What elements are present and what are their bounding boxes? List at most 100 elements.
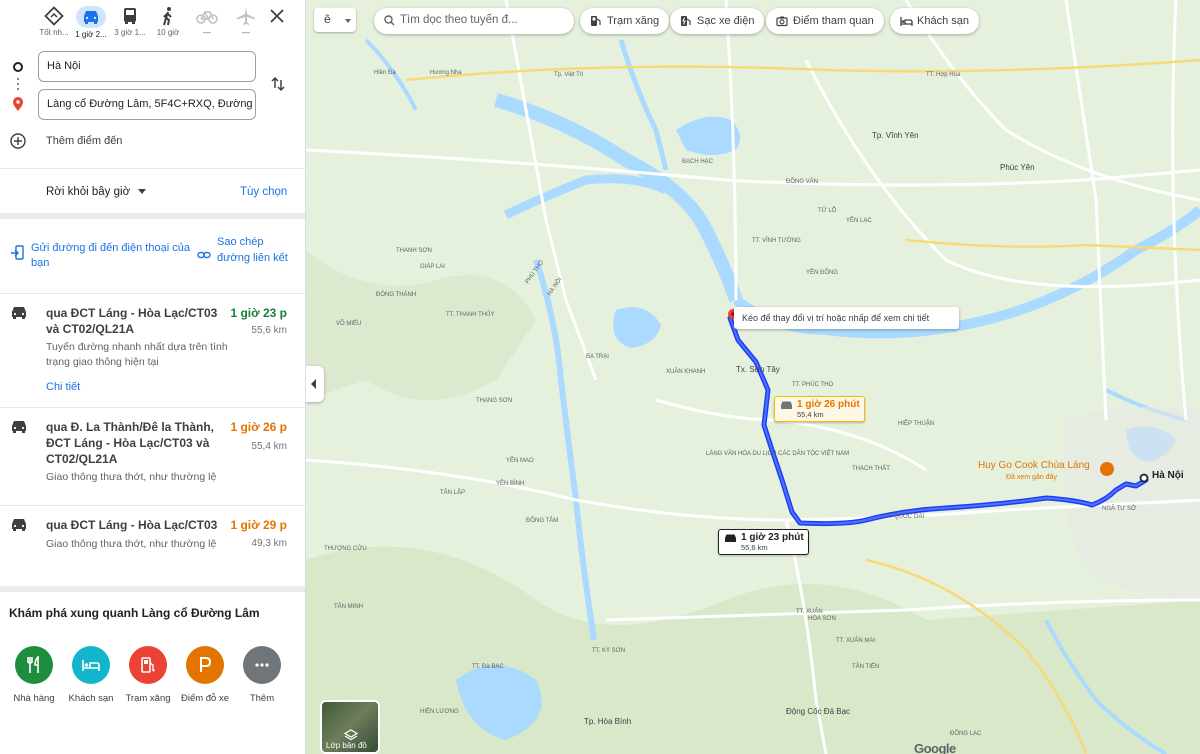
- mode-best-label: Tốt nh...: [39, 28, 69, 37]
- mode-bike[interactable]: —: [189, 6, 225, 37]
- origin-marker-icon[interactable]: [1139, 473, 1149, 483]
- map-canvas[interactable]: Tp. Việt Trì Hiền Đa Hương Nha TT. Hợp H…: [306, 0, 1200, 754]
- car-icon: [12, 519, 26, 531]
- mode-walk[interactable]: 10 giờ: [150, 6, 186, 37]
- poi-name[interactable]: Huy Go Cook Chùa Láng: [978, 460, 1090, 471]
- town-label: TT. XUÂN MAI: [836, 637, 875, 644]
- town-label: YÊN ĐỒNG: [806, 268, 838, 276]
- river: [503, 174, 669, 220]
- collapse-panel-button[interactable]: [306, 366, 324, 402]
- route-option-2[interactable]: qua Đ. La Thành/Đê la Thành, ĐCT Láng - …: [0, 408, 305, 505]
- town-label: THƯỢNG CỬU: [324, 545, 367, 552]
- depart-time-label: Rời khỏi bây giờ: [46, 186, 131, 198]
- copy-link-button[interactable]: Sao chép đường liên kết: [197, 234, 297, 280]
- town-label: THANH SƠN: [396, 248, 432, 254]
- search-along-route-input[interactable]: Tìm dọc theo tuyến đ...: [374, 8, 574, 34]
- flight-icon: [237, 7, 255, 25]
- highway: [405, 58, 1200, 82]
- google-logo: Google: [914, 741, 956, 754]
- destination-pin-icon: [13, 97, 23, 111]
- swap-icon[interactable]: [270, 76, 286, 92]
- route-title: qua Đ. La Thành/Đê la Thành, ĐCT Láng - …: [46, 420, 215, 466]
- route-title: qua ĐCT Láng - Hòa Lạc/CT03 và CT02/QL21…: [46, 306, 218, 336]
- destination-input[interactable]: Làng cổ Đường Lâm, 5F4C+RXQ, Đường: [38, 89, 256, 120]
- explore-circle: [72, 646, 110, 684]
- province-label: HÀ NỘI: [546, 276, 564, 297]
- mode-car[interactable]: 1 giờ 2...: [73, 6, 109, 39]
- route-tag-distance: 55,6 km: [741, 543, 768, 552]
- chevron-left-icon: [311, 379, 316, 389]
- route-option-1[interactable]: qua ĐCT Láng - Hòa Lạc/CT03 và CT02/QL21…: [0, 294, 305, 407]
- town-label: TT. PHÚC THỌ: [792, 381, 834, 388]
- chip-gas-stations[interactable]: Trạm xăng: [580, 8, 670, 34]
- mode-bus[interactable]: 3 giờ 1...: [112, 6, 148, 37]
- bike-icon: [196, 11, 218, 24]
- chip-label: Sạc xe điện: [697, 15, 755, 27]
- map-graphics: Tp. Việt Trì Hiền Đa Hương Nha TT. Hợp H…: [306, 0, 1200, 754]
- chip-hotels[interactable]: Khách sạn: [890, 8, 979, 34]
- explore-gas-stations[interactable]: Trạm xăng: [118, 646, 178, 704]
- send-to-phone-button[interactable]: Gửi đường đi đến điện thoại của bạn: [10, 241, 190, 271]
- directions-panel: Tốt nh... 1 giờ 2... 3 giờ 1... 10 giờ —…: [0, 0, 306, 754]
- divider: [0, 586, 305, 592]
- town-label: ĐỒNG LẠC: [950, 730, 982, 737]
- map-layers-button[interactable]: Lớp bản đồ: [320, 700, 380, 754]
- town-label: BA TRẠI: [586, 354, 609, 360]
- gas-station-icon: [141, 657, 155, 673]
- depart-time-dropdown[interactable]: Rời khỏi bây giờ: [46, 186, 147, 198]
- city-label: Tx. Sơn Tây: [736, 365, 780, 374]
- route-option-3[interactable]: qua ĐCT Láng - Hòa Lạc/CT03 1 giờ 29 p 4…: [0, 506, 305, 586]
- road: [306, 148, 1200, 187]
- add-destination-icon[interactable]: [10, 133, 26, 149]
- chip-attractions[interactable]: Điểm tham quan: [766, 8, 884, 34]
- road: [1064, 0, 1108, 421]
- town-label: NGÃ TƯ SỞ: [1102, 505, 1136, 512]
- city-label: Tp. Vĩnh Yên: [872, 131, 919, 140]
- route-dot: [17, 78, 19, 80]
- route-distance: 49,3 km: [251, 538, 287, 549]
- town-label: TT. VĨNH TƯỜNG: [752, 237, 801, 244]
- bus-icon: [124, 8, 136, 24]
- car-icon: [725, 534, 736, 542]
- chevron-down-icon: [138, 189, 147, 195]
- route-description: Tuyến đường nhanh nhất dựa trên tình trạ…: [46, 341, 228, 368]
- input-tools-button[interactable]: ê: [314, 8, 356, 32]
- town-label: YÊN LẠC: [846, 216, 872, 224]
- town-label: ĐỒNG TÂM: [526, 517, 558, 524]
- explore-nearby-title: Khám phá xung quanh Làng cổ Đường Lâm: [9, 606, 260, 620]
- route-duration: 1 giờ 29 p: [230, 518, 287, 532]
- town-label: VÕ MIẾU: [336, 320, 361, 327]
- chip-ev-chargers[interactable]: Sạc xe điện: [670, 8, 765, 34]
- town-label: THẠNG SƠN: [476, 398, 512, 404]
- car-icon: [84, 11, 98, 24]
- explore-label: Trạm xăng: [125, 693, 171, 704]
- mode-flight[interactable]: —: [228, 6, 264, 37]
- route-description: Giao thông thưa thớt, như thường lệ: [46, 538, 217, 550]
- restaurant-icon[interactable]: [1100, 462, 1114, 476]
- explore-parking[interactable]: Điểm đỗ xe: [175, 646, 235, 704]
- route-tag-main[interactable]: 1 giờ 23 phút 55,6 km: [718, 529, 809, 555]
- explore-more[interactable]: Thêm: [232, 646, 292, 704]
- explore-restaurants[interactable]: Nhà hàng: [4, 646, 64, 704]
- mode-flight-label: —: [242, 28, 250, 37]
- city-label: Tp. Hòa Bình: [584, 717, 631, 726]
- poi-label: Động Cốc Đá Bạc: [786, 707, 850, 716]
- route-tag-alternate[interactable]: 1 giờ 26 phút 55,4 km: [774, 396, 865, 422]
- add-destination-label[interactable]: Thêm điểm đến: [46, 135, 122, 147]
- close-icon[interactable]: [269, 8, 285, 24]
- ev-charger-icon: [681, 16, 691, 26]
- best-route-icon: [44, 6, 64, 26]
- car-icon: [12, 421, 26, 433]
- origin-input[interactable]: Hà Nội: [38, 51, 256, 82]
- mode-best[interactable]: Tốt nh...: [36, 6, 72, 37]
- restaurant-icon: [27, 656, 39, 673]
- mode-car-label: 1 giờ 2...: [75, 30, 107, 39]
- origin-icon: [13, 62, 23, 72]
- route-description: Giao thông thưa thớt, như thường lệ: [46, 471, 217, 483]
- search-icon: [384, 15, 395, 26]
- route-details-link[interactable]: Chi tiết: [46, 381, 80, 393]
- river: [618, 39, 669, 171]
- options-button[interactable]: Tùy chọn: [240, 186, 287, 198]
- explore-hotels[interactable]: Khách sạn: [61, 646, 121, 704]
- explore-label: Khách sạn: [68, 693, 114, 704]
